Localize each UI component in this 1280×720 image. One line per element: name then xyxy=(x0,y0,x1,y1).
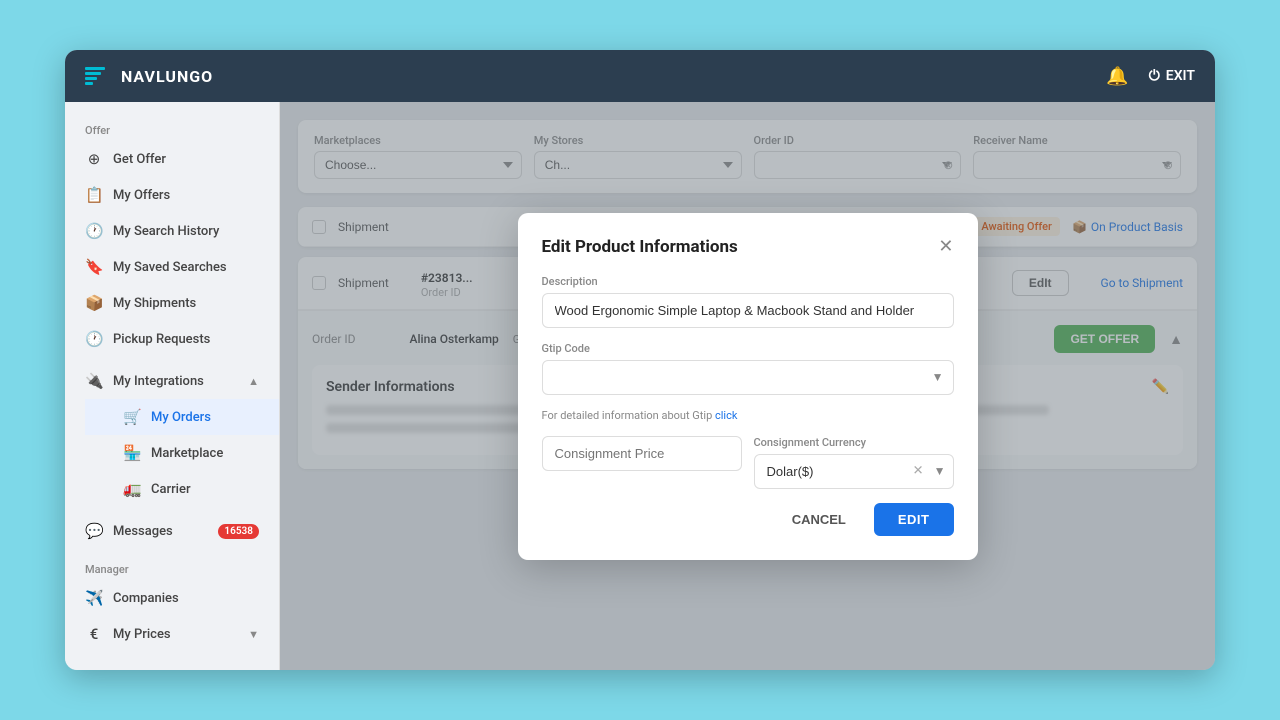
pickup-clock-icon: 🕐 xyxy=(85,330,103,348)
header-right: 🔔 ⏻ EXIT xyxy=(1106,66,1195,87)
exit-button[interactable]: ⏻ EXIT xyxy=(1149,68,1195,84)
currency-clear-icon[interactable]: ✕ xyxy=(913,464,924,479)
integrations-submenu: 🛒 My Orders 🏪 Marketplace 🚛 Carrier xyxy=(65,399,279,507)
currency-input-wrapper: ✕ ▼ xyxy=(754,454,954,489)
content-area: Marketplaces Choose... My Stores Ch... O… xyxy=(280,102,1215,670)
cart-icon: 🛒 xyxy=(123,408,141,426)
messages-badge: 16538 xyxy=(218,524,259,539)
gtip-info: For detailed information about Gtip clic… xyxy=(542,409,954,422)
euro-icon: € xyxy=(85,625,103,643)
consignment-price-input[interactable] xyxy=(542,436,742,471)
gtip-click-link[interactable]: click xyxy=(715,409,737,422)
gtip-field: Gtip Code ▼ xyxy=(542,342,954,395)
sidebar-item-get-offer[interactable]: ⊕ Get Offer xyxy=(65,141,279,177)
edit-product-modal: Edit Product Informations ✕ Description … xyxy=(518,213,978,560)
consignment-row: Consignment Currency ✕ ▼ xyxy=(542,436,954,489)
sidebar-item-marketplace[interactable]: 🏪 Marketplace xyxy=(85,435,279,471)
sidebar: Offer ⊕ Get Offer 📋 My Offers 🕐 My Searc… xyxy=(65,102,280,670)
modal-overlay: Edit Product Informations ✕ Description … xyxy=(280,102,1215,670)
sidebar-item-companies[interactable]: ✈️ Companies xyxy=(65,580,279,616)
exit-icon: ⏻ xyxy=(1149,68,1160,84)
logo-area: NAVLUNGO xyxy=(85,62,213,90)
consignment-currency-field: Consignment Currency ✕ ▼ xyxy=(754,436,954,489)
offer-section-label: Offer xyxy=(65,118,279,141)
sidebar-item-search-history[interactable]: 🕐 My Search History xyxy=(65,213,279,249)
truck-icon: 🚛 xyxy=(123,480,141,498)
logo-bar-1 xyxy=(85,67,105,70)
description-input[interactable] xyxy=(542,293,954,328)
description-field: Description xyxy=(542,275,954,328)
app-window: NAVLUNGO 🔔 ⏻ EXIT Offer ⊕ Get Offer 📋 My… xyxy=(65,50,1215,670)
clipboard-icon: 📋 xyxy=(85,186,103,204)
consignment-currency-label: Consignment Currency xyxy=(754,436,954,449)
modal-title: Edit Product Informations xyxy=(542,237,738,257)
sidebar-item-my-offers[interactable]: 📋 My Offers xyxy=(65,177,279,213)
app-title: NAVLUNGO xyxy=(121,67,213,86)
sidebar-item-shipments[interactable]: 📦 My Shipments xyxy=(65,285,279,321)
messages-icon: 💬 xyxy=(85,522,103,540)
sidebar-item-integrations[interactable]: 🔌 My Integrations ▲ xyxy=(65,363,279,399)
consignment-price-field xyxy=(542,436,742,489)
main-layout: Offer ⊕ Get Offer 📋 My Offers 🕐 My Searc… xyxy=(65,102,1215,670)
chevron-down-icon: ▼ xyxy=(248,628,259,641)
header: NAVLUNGO 🔔 ⏻ EXIT xyxy=(65,50,1215,102)
description-label: Description xyxy=(542,275,954,288)
store-icon: 🏪 xyxy=(123,444,141,462)
sidebar-item-my-prices[interactable]: € My Prices ▼ xyxy=(65,616,279,652)
modal-header: Edit Product Informations ✕ xyxy=(542,237,954,257)
sidebar-item-pickup-requests[interactable]: 🕐 Pickup Requests xyxy=(65,321,279,357)
box-icon: 📦 xyxy=(85,294,103,312)
consignment-currency-input[interactable] xyxy=(754,454,954,489)
cancel-button[interactable]: CANCEL xyxy=(774,503,864,536)
logo-bar-2 xyxy=(85,72,101,75)
plus-circle-icon: ⊕ xyxy=(85,150,103,168)
gtip-select-wrapper: ▼ xyxy=(542,360,954,395)
manager-section-label: Manager xyxy=(65,557,279,580)
logo-bar-4 xyxy=(85,82,93,85)
logo-bar-3 xyxy=(85,77,97,80)
modal-close-button[interactable]: ✕ xyxy=(938,238,953,256)
sidebar-item-my-orders[interactable]: 🛒 My Orders xyxy=(85,399,279,435)
clock-icon: 🕐 xyxy=(85,222,103,240)
plane-icon: ✈️ xyxy=(85,589,103,607)
sidebar-item-messages[interactable]: 💬 Messages 16538 xyxy=(65,513,279,549)
logo-icon xyxy=(85,62,113,90)
bookmark-icon: 🔖 xyxy=(85,258,103,276)
integrations-icon: 🔌 xyxy=(85,372,103,390)
chevron-up-icon: ▲ xyxy=(248,375,259,388)
sidebar-item-saved-searches[interactable]: 🔖 My Saved Searches xyxy=(65,249,279,285)
bell-icon[interactable]: 🔔 xyxy=(1106,66,1128,87)
modal-edit-button[interactable]: EDIT xyxy=(874,503,954,536)
modal-actions: CANCEL EDIT xyxy=(542,503,954,536)
sidebar-item-carrier[interactable]: 🚛 Carrier xyxy=(85,471,279,507)
gtip-select[interactable] xyxy=(542,360,954,395)
gtip-label: Gtip Code xyxy=(542,342,954,355)
